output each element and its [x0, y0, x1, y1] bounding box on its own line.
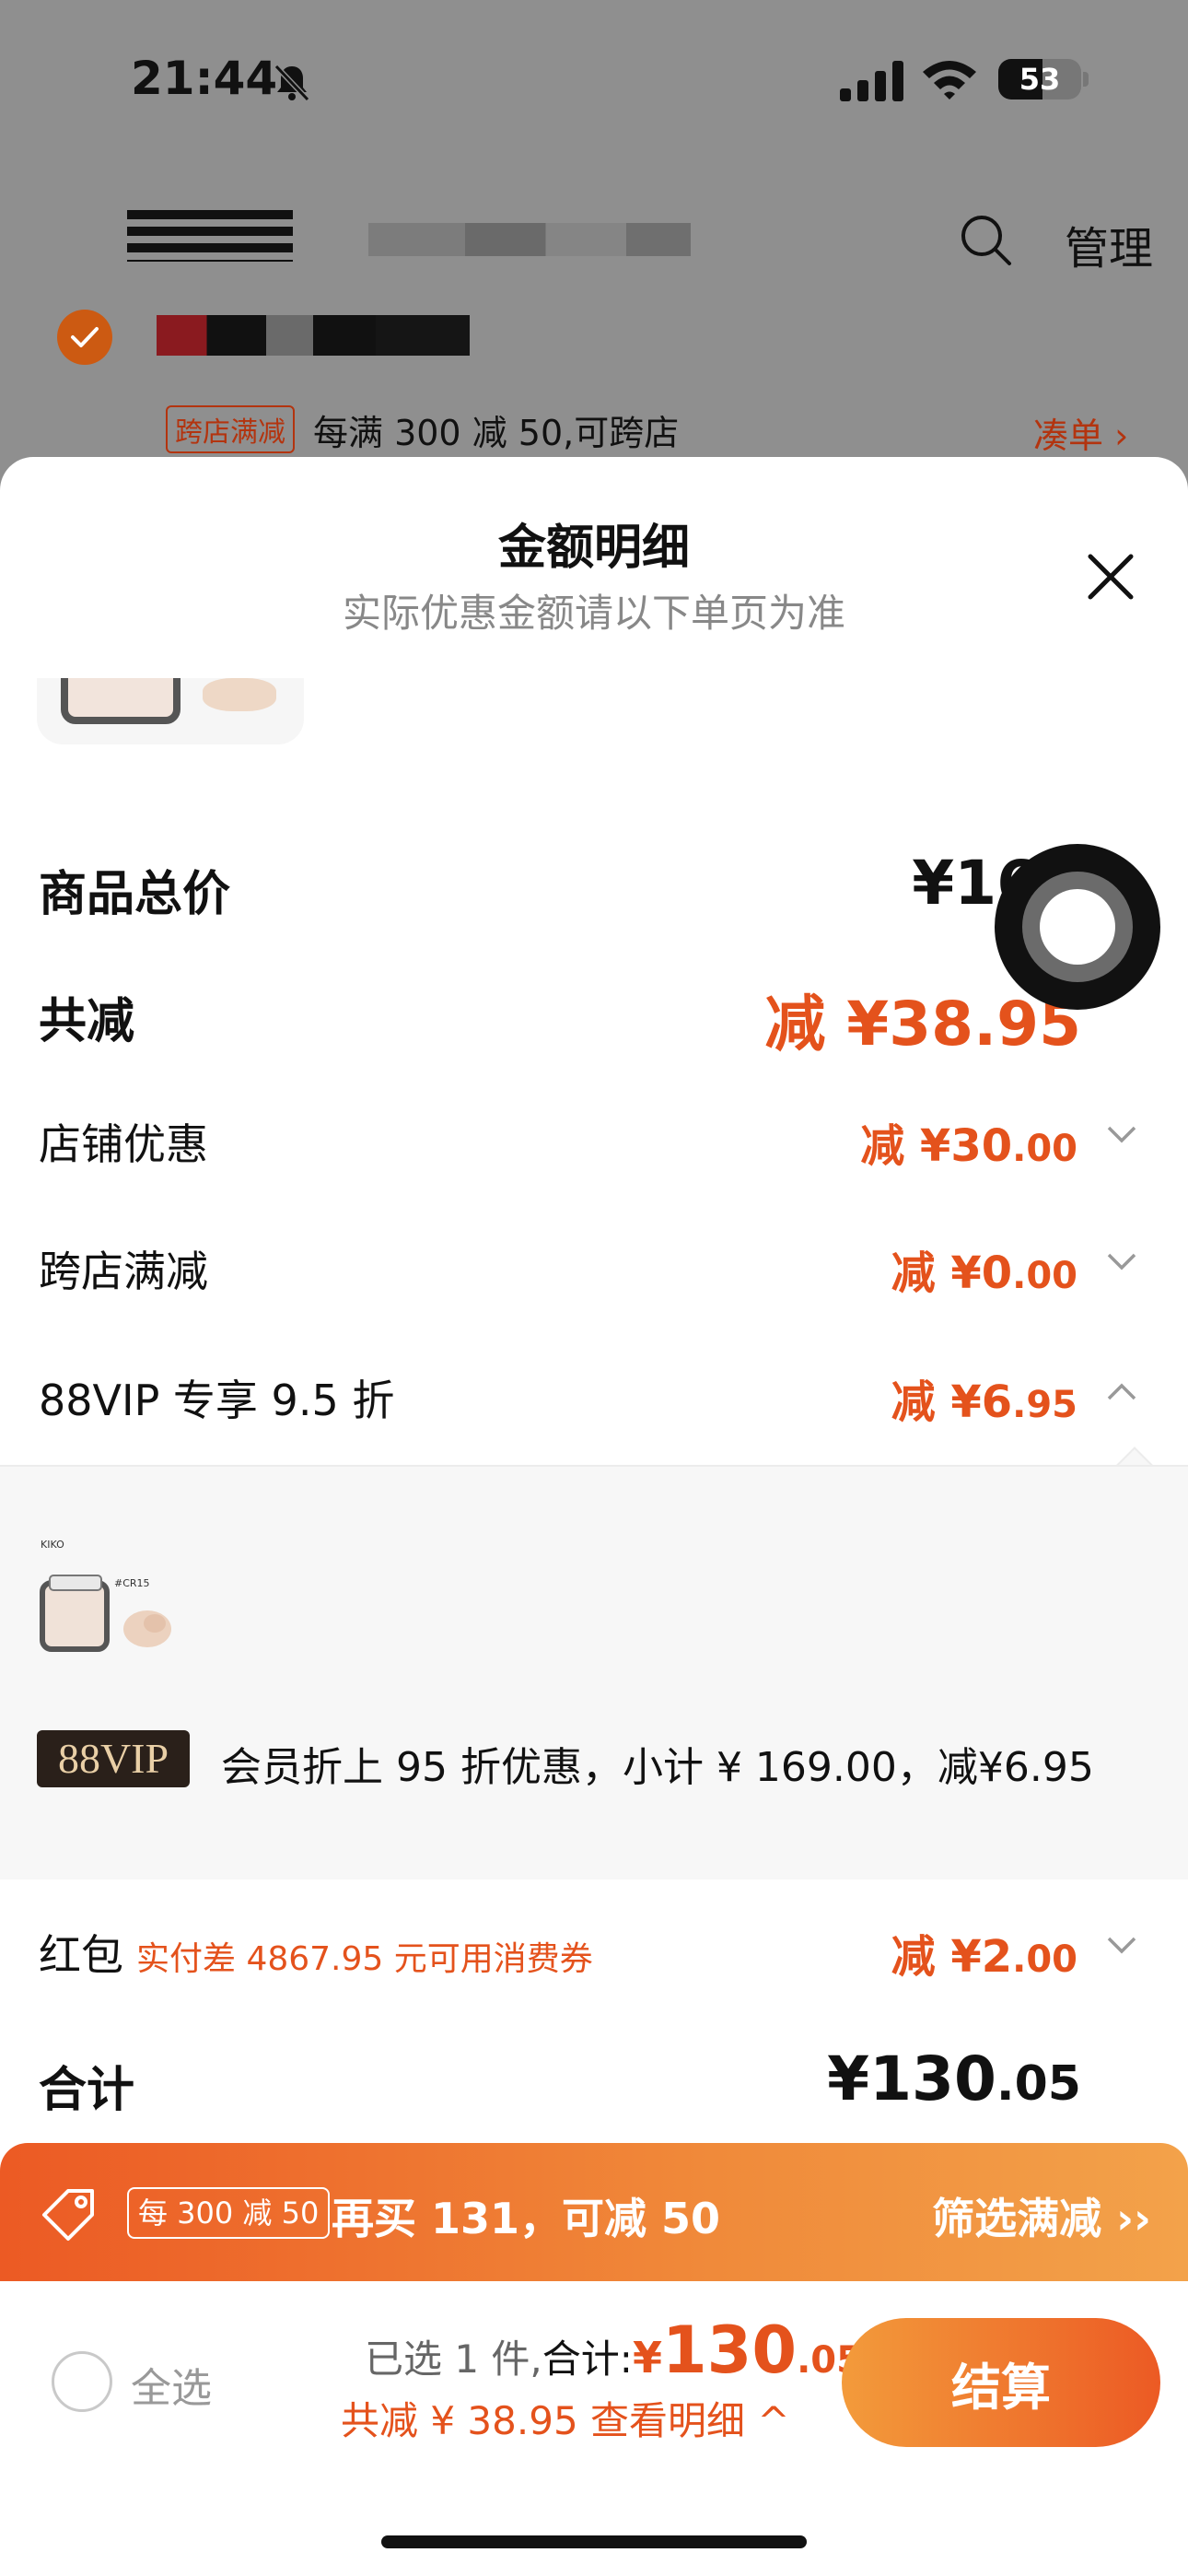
promo-banner[interactable]: 每 300 减 50 再买 131，可减 50 筛选满减 ››	[0, 2143, 1188, 2281]
signal-icon	[840, 61, 903, 101]
selected-count: 已选 1 件,	[365, 2336, 542, 2382]
total-label: 合计:	[542, 2336, 633, 2382]
chevron-down-icon[interactable]	[1103, 1927, 1140, 1964]
svg-text:#CR15: #CR15	[114, 1577, 150, 1589]
sum-row: 合计 ¥130.05	[39, 2043, 1153, 2118]
check-icon	[71, 327, 99, 347]
store-discount-value: 减 ¥30.00	[860, 1120, 1077, 1172]
filter-discount-link[interactable]: 筛选满减 ››	[932, 2185, 1151, 2246]
checkout-summary: 已选 1 件,合计:¥130.05	[365, 2313, 862, 2388]
hongbao-label-group: 红包 实付差 4867.95 元可用消费券	[39, 1922, 593, 1983]
select-all-label[interactable]: 全选	[131, 2355, 212, 2414]
search-icon[interactable]	[958, 212, 1013, 267]
promo-badge: 跨店满减	[166, 405, 295, 453]
sheet-title: 金额明细	[497, 521, 690, 576]
screen-recorder-button[interactable]	[995, 844, 1160, 1010]
manage-link[interactable]: 管理	[1065, 212, 1153, 276]
total-amount: 130	[661, 2313, 798, 2388]
home-indicator	[381, 2535, 807, 2548]
tag-icon	[42, 2189, 94, 2241]
product-image: KIKO #CR15	[40, 1539, 171, 1652]
vip-description: 会员折上 95 折优惠，小计 ¥ 169.00，减¥6.95	[221, 1744, 1094, 1791]
chevron-down-icon[interactable]	[1103, 1117, 1140, 1153]
redacted-header-text	[368, 223, 691, 256]
total-price-label: 商品总价	[39, 867, 231, 922]
hongbao-value: 减 ¥2.00	[891, 1931, 1077, 1983]
hongbao-label: 红包	[39, 1930, 123, 1980]
powder-image	[203, 678, 276, 711]
chevron-up-icon[interactable]	[1103, 1373, 1140, 1410]
chevron-down-icon[interactable]	[1103, 1244, 1140, 1281]
status-bar: 21:44 53	[0, 0, 1188, 157]
checkout-bar: 全选 已选 1 件,合计:¥130.05 共减 ¥ 38.95 查看明细 ^ 结…	[0, 2281, 1188, 2576]
checkout-button[interactable]: 结算	[842, 2318, 1160, 2447]
vip-88-badge: 88VIP	[37, 1730, 190, 1787]
store-discount-row[interactable]: 店铺优惠 减 ¥30.00	[39, 1106, 1153, 1172]
promo-line: 跨店满减 每满 300 减 50,可跨店	[166, 405, 679, 453]
compact-image	[61, 678, 181, 724]
sum-value: ¥130.05	[827, 2043, 1081, 2114]
vip-discount-label: 88VIP 专享 9.5 折	[39, 1376, 395, 1425]
currency-symbol: ¥	[632, 2333, 662, 2383]
product-thumbnail	[37, 678, 304, 744]
select-all-checkbox[interactable]	[52, 2351, 112, 2412]
vip-detail-panel: KIKO #CR15 88VIP 会员折上 95 折优惠，小计 ¥ 169.00…	[0, 1465, 1188, 1879]
sheet-subtitle: 实际优惠金额请以下单页为准	[342, 591, 845, 636]
status-time: 21:44	[131, 52, 278, 105]
hongbao-subtext: 实付差 4867.95 元可用消费券	[136, 1940, 593, 1978]
redacted-header-title	[127, 210, 293, 262]
total-reduce-row: 共减 减 ¥38.95	[39, 975, 1153, 1060]
redacted-store-name	[157, 315, 470, 356]
hongbao-row[interactable]: 红包 实付差 4867.95 元可用消费券 减 ¥2.00	[39, 1916, 1153, 1983]
total-price-row: 商品总价 ¥169	[39, 848, 1153, 922]
promo-text: 每满 300 减 50,可跨店	[313, 412, 680, 453]
close-icon[interactable]	[1083, 549, 1138, 604]
cross-store-value: 减 ¥0.00	[891, 1247, 1077, 1299]
wifi-icon	[923, 61, 976, 100]
battery-indicator: 53	[998, 59, 1081, 100]
total-reduce-label: 共减	[39, 994, 135, 1049]
sum-label: 合计	[39, 2063, 135, 2118]
banner-text: 再买 131，可减 50	[332, 2194, 721, 2243]
bell-muted-icon	[274, 64, 310, 102]
view-detail-link[interactable]: 共减 ¥ 38.95 查看明细 ^	[341, 2390, 790, 2446]
store-checkbox[interactable]	[57, 310, 112, 365]
cross-store-label: 跨店满减	[39, 1247, 208, 1296]
cou-dan-link[interactable]: 凑单 ›	[1033, 407, 1128, 458]
vip-discount-value: 减 ¥6.95	[891, 1376, 1077, 1428]
cross-store-row[interactable]: 跨店满减 减 ¥0.00	[39, 1233, 1153, 1299]
battery-tip	[1083, 72, 1089, 87]
vip-discount-row[interactable]: 88VIP 专享 9.5 折 减 ¥6.95	[39, 1362, 1153, 1428]
store-discount-label: 店铺优惠	[39, 1119, 208, 1169]
banner-badge: 每 300 减 50	[127, 2187, 331, 2239]
svg-text:KIKO: KIKO	[41, 1539, 64, 1551]
